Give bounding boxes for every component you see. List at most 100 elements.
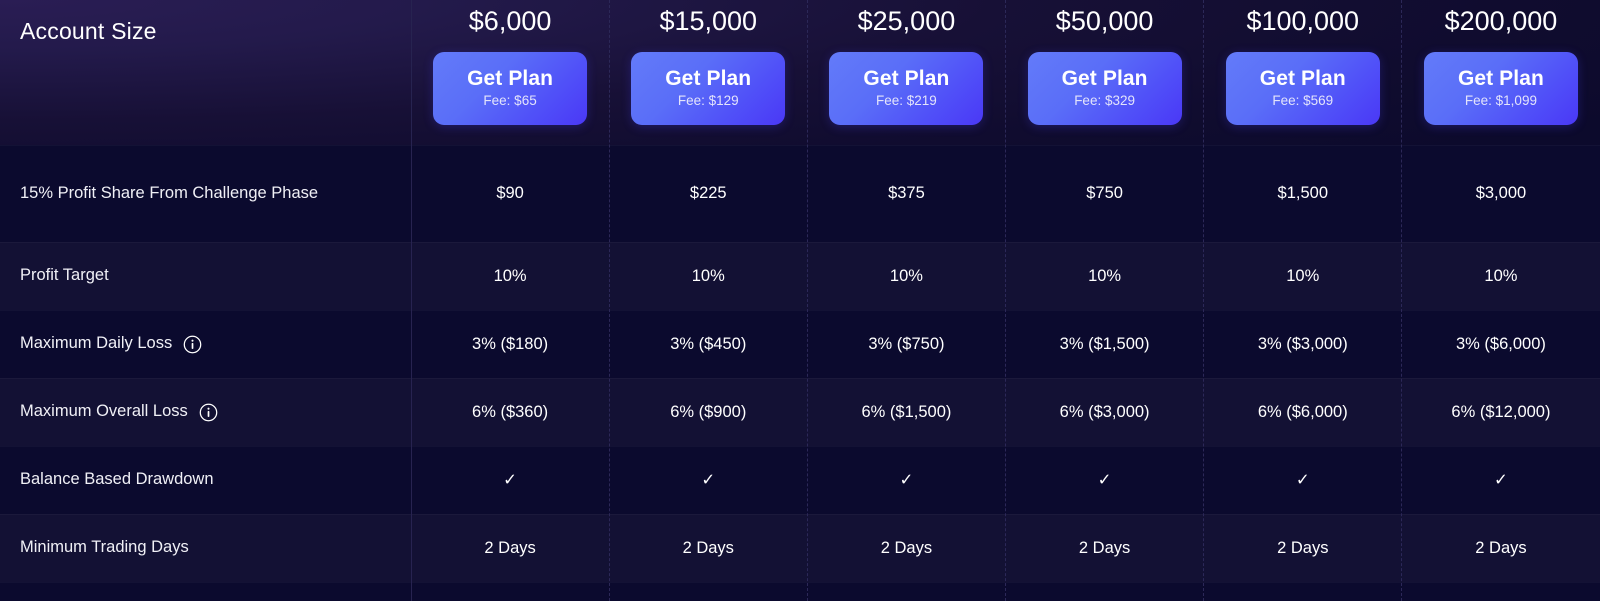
check-icon: ✓: [701, 471, 716, 489]
get-plan-label: Get Plan: [863, 67, 950, 91]
table-cell: 3% ($180): [472, 334, 549, 353]
table-cell: $3,000: [1475, 184, 1527, 202]
check-icon: ✓: [1097, 471, 1112, 489]
table-cell: ✓: [807, 446, 1005, 514]
row-label-cell: 15% Profit Share From Challenge Phase: [0, 145, 411, 242]
table-cell: 10%: [1484, 266, 1518, 285]
table-cell: $375: [888, 184, 925, 202]
pricing-comparison-table: Account Size $6,000 Get Plan Fee: $65 $1…: [0, 0, 1600, 601]
table-cell: 6% ($3,000): [1059, 402, 1150, 421]
table-cell: 6% ($12,000): [1451, 402, 1551, 421]
table-cell: 10%: [889, 266, 923, 285]
table-cell: [1402, 582, 1600, 601]
header-plan-columns: $6,000 Get Plan Fee: $65 $15,000 Get Pla…: [411, 0, 1600, 145]
row-label: Minimum Trading Days: [20, 538, 189, 557]
table-cell: [807, 582, 1005, 601]
account-size-value: $25,000: [857, 6, 956, 36]
table-cell: [411, 582, 609, 601]
row-label: Balance Based Drawdown: [20, 470, 214, 489]
row-value-columns: 3% ($180) 3% ($450) 3% ($750) 3% ($1,500…: [411, 310, 1600, 378]
table-cell: 2 Days: [880, 538, 933, 557]
table-cell: [1204, 582, 1402, 601]
get-plan-button[interactable]: Get Plan Fee: $219: [829, 51, 984, 125]
header-label-cell: Account Size: [0, 0, 411, 145]
get-plan-button[interactable]: Get Plan Fee: $129: [631, 51, 786, 125]
row-value-columns: [411, 582, 1600, 601]
table-cell: $225: [689, 184, 727, 202]
get-plan-label: Get Plan: [467, 67, 554, 91]
page-title: Account Size: [20, 18, 157, 44]
plan-fee-label: Fee: $1,099: [1464, 93, 1537, 109]
plan-fee-label: Fee: $65: [483, 93, 537, 109]
account-size-value: $200,000: [1444, 6, 1558, 36]
row-label: Maximum Daily Loss: [20, 334, 173, 353]
get-plan-button[interactable]: Get Plan Fee: $65: [433, 51, 588, 125]
table-cell: 10%: [691, 266, 725, 285]
table-cell: 3% ($3,000): [1257, 334, 1348, 353]
table-cell: ✓: [1204, 446, 1402, 514]
row-label-cell: Maximum Overall Loss: [0, 378, 411, 446]
row-label-cell: [0, 582, 411, 601]
table-cell: 3% ($6,000): [1456, 334, 1546, 353]
table-row: Profit Target 10% 10% 10% 10% 10% 10%: [0, 242, 1600, 310]
check-icon: ✓: [1295, 471, 1310, 489]
table-cell: 2 Days: [1277, 538, 1329, 557]
table-cell: 6% ($360): [472, 402, 549, 421]
table-header-row: Account Size $6,000 Get Plan Fee: $65 $1…: [0, 0, 1600, 145]
table-body: 15% Profit Share From Challenge Phase $9…: [0, 145, 1600, 601]
get-plan-button[interactable]: Get Plan Fee: $569: [1225, 51, 1380, 125]
table-row: Maximum Overall Loss 6% ($360) 6% ($900)…: [0, 378, 1600, 446]
plan-column-1: $6,000 Get Plan Fee: $65: [411, 0, 609, 145]
row-value-columns: 6% ($360) 6% ($900) 6% ($1,500) 6% ($3,0…: [411, 378, 1600, 446]
plan-fee-label: Fee: $129: [677, 93, 739, 109]
account-size-value: $6,000: [468, 6, 552, 36]
check-icon: ✓: [899, 471, 914, 489]
table-cell: ✓: [609, 446, 807, 514]
table-cell: ✓: [1402, 446, 1600, 514]
check-icon: ✓: [1494, 471, 1508, 489]
account-size-value: $50,000: [1055, 6, 1154, 36]
row-label: Profit Target: [20, 266, 109, 285]
row-value-columns: 2 Days 2 Days 2 Days 2 Days 2 Days 2 Day…: [411, 514, 1600, 582]
account-size-value: $100,000: [1246, 6, 1360, 36]
table-cell: 2 Days: [484, 538, 536, 557]
get-plan-button[interactable]: Get Plan Fee: $329: [1027, 51, 1182, 125]
table-cell: 3% ($750): [868, 334, 945, 353]
get-plan-button[interactable]: Get Plan Fee: $1,099: [1423, 51, 1578, 125]
row-label-cell: Balance Based Drawdown: [0, 446, 411, 514]
table-row: Maximum Daily Loss 3% ($180) 3% ($450) 3…: [0, 310, 1600, 378]
plan-fee-label: Fee: $219: [876, 93, 937, 109]
table-cell: 3% ($1,500): [1059, 334, 1150, 353]
plan-fee-label: Fee: $569: [1272, 93, 1334, 109]
table-cell: 2 Days: [682, 538, 734, 557]
plan-fee-label: Fee: $329: [1074, 93, 1135, 109]
get-plan-label: Get Plan: [665, 67, 752, 91]
row-label: Maximum Overall Loss: [20, 402, 188, 421]
table-cell: 2 Days: [1475, 538, 1527, 557]
table-row: Minimum Trading Days 2 Days 2 Days 2 Day…: [0, 514, 1600, 582]
plan-column-3: $25,000 Get Plan Fee: $219: [807, 0, 1005, 145]
row-label-cell: Profit Target: [0, 242, 411, 310]
row-value-columns: $90 $225 $375 $750 $1,500 $3,000: [411, 145, 1600, 242]
table-cell: 10%: [1088, 266, 1122, 285]
table-cell: 6% ($1,500): [861, 402, 952, 421]
table-cell: ✓: [411, 446, 609, 514]
get-plan-label: Get Plan: [1061, 67, 1148, 91]
table-cell: [1006, 582, 1204, 601]
table-cell: $750: [1086, 184, 1123, 202]
table-cell: ✓: [1006, 446, 1204, 514]
table-cell: 3% ($450): [670, 334, 747, 353]
table-cell: 10%: [493, 266, 527, 285]
table-cell: [609, 582, 807, 601]
table-row-partial: [0, 582, 1600, 601]
plan-column-2: $15,000 Get Plan Fee: $129: [609, 0, 807, 145]
table-cell: $1,500: [1277, 184, 1328, 202]
table-row: 15% Profit Share From Challenge Phase $9…: [0, 145, 1600, 242]
info-icon[interactable]: [199, 403, 218, 422]
table-row: Balance Based Drawdown ✓ ✓ ✓ ✓ ✓ ✓: [0, 446, 1600, 514]
account-size-value: $15,000: [659, 6, 758, 36]
info-icon[interactable]: [183, 335, 202, 354]
row-value-columns: 10% 10% 10% 10% 10% 10%: [411, 242, 1600, 310]
table-cell: 6% ($900): [670, 402, 747, 421]
plan-column-6: $200,000 Get Plan Fee: $1,099: [1402, 0, 1600, 145]
